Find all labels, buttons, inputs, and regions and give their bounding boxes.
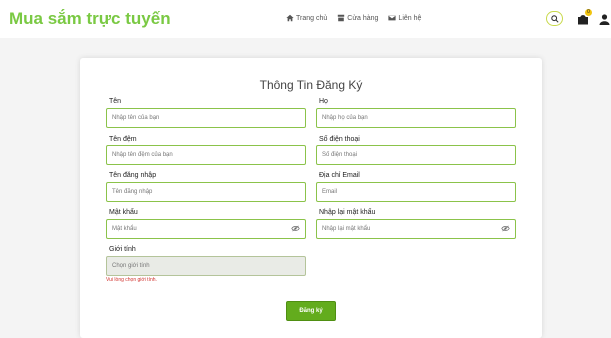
confirm-password-label: Nhập lại mật khẩu (319, 209, 376, 216)
last-name-input[interactable]: Nhập họ của bạn (316, 108, 516, 128)
brand-logo[interactable]: Mua sắm trực tuyến (9, 9, 171, 29)
gender-select[interactable]: Chọn giới tính (106, 256, 306, 276)
confirm-password-input[interactable]: Nhập lại mật khẩu (316, 219, 516, 239)
search-icon (550, 14, 559, 23)
nav-item-label: Cửa hàng (347, 14, 379, 22)
username-input[interactable]: Tên đăng nhập (106, 182, 306, 202)
nav-item-contact[interactable]: Liên hệ (388, 14, 421, 22)
mail-icon (388, 15, 397, 21)
email-label: Địa chỉ Email (319, 172, 360, 179)
password-placeholder: Mật khẩu (112, 226, 137, 232)
top-navbar: Mua sắm trực tuyến Trang chủ Cửa hàng Li… (0, 0, 611, 38)
password-label: Mật khẩu (109, 209, 138, 216)
nav-item-home[interactable]: Trang chủ (286, 14, 327, 22)
gender-label: Giới tính (109, 246, 136, 253)
last-name-placeholder: Nhập họ của bạn (322, 115, 368, 121)
middle-name-label: Tên đệm (109, 136, 137, 143)
first-name-label: Tên (109, 98, 122, 105)
registration-card: Thông Tin Đăng Ký Tên Nhập tên của bạn H… (80, 58, 542, 338)
form-title: Thông Tin Đăng Ký (259, 78, 363, 92)
user-account-button[interactable] (599, 12, 611, 25)
main-nav: Trang chủ Cửa hàng Liên hệ (286, 14, 421, 22)
phone-label: Số điện thoại (319, 136, 360, 143)
toggle-password-visibility-button[interactable] (291, 225, 300, 234)
register-button[interactable]: Đăng ký (286, 301, 336, 321)
first-name-placeholder: Nhập tên của bạn (112, 115, 160, 121)
username-label: Tên đăng nhập (109, 172, 157, 179)
middle-name-placeholder: Nhập tên đệm của bạn (112, 152, 173, 158)
email-placeholder: Email (322, 189, 338, 195)
nav-item-label: Trang chủ (296, 14, 328, 22)
middle-name-input[interactable]: Nhập tên đệm của bạn (106, 145, 306, 165)
nav-item-label: Liên hệ (398, 14, 422, 22)
confirm-password-placeholder: Nhập lại mật khẩu (322, 226, 371, 232)
phone-input[interactable]: Số điện thoại (316, 145, 516, 165)
user-icon (599, 14, 610, 25)
home-icon (286, 14, 294, 22)
phone-placeholder: Số điện thoại (322, 152, 358, 158)
first-name-input[interactable]: Nhập tên của bạn (106, 108, 306, 128)
search-button[interactable] (546, 11, 563, 26)
email-input[interactable]: Email (316, 182, 516, 202)
gender-placeholder: Chọn giới tính (112, 263, 150, 269)
password-input[interactable]: Mật khẩu (106, 219, 306, 239)
username-placeholder: Tên đăng nhập (112, 189, 153, 195)
last-name-label: Họ (319, 98, 328, 105)
cart-count-badge: 0 (585, 9, 592, 16)
gender-error-message: Vui lòng chọn giới tính. (106, 277, 157, 283)
store-icon (338, 14, 345, 22)
toggle-confirm-password-visibility-button[interactable] (501, 225, 510, 234)
eye-slash-icon (501, 225, 510, 231)
eye-slash-icon (291, 225, 300, 231)
nav-item-store[interactable]: Cửa hàng (337, 14, 378, 22)
cart-button[interactable]: 0 (577, 9, 592, 25)
